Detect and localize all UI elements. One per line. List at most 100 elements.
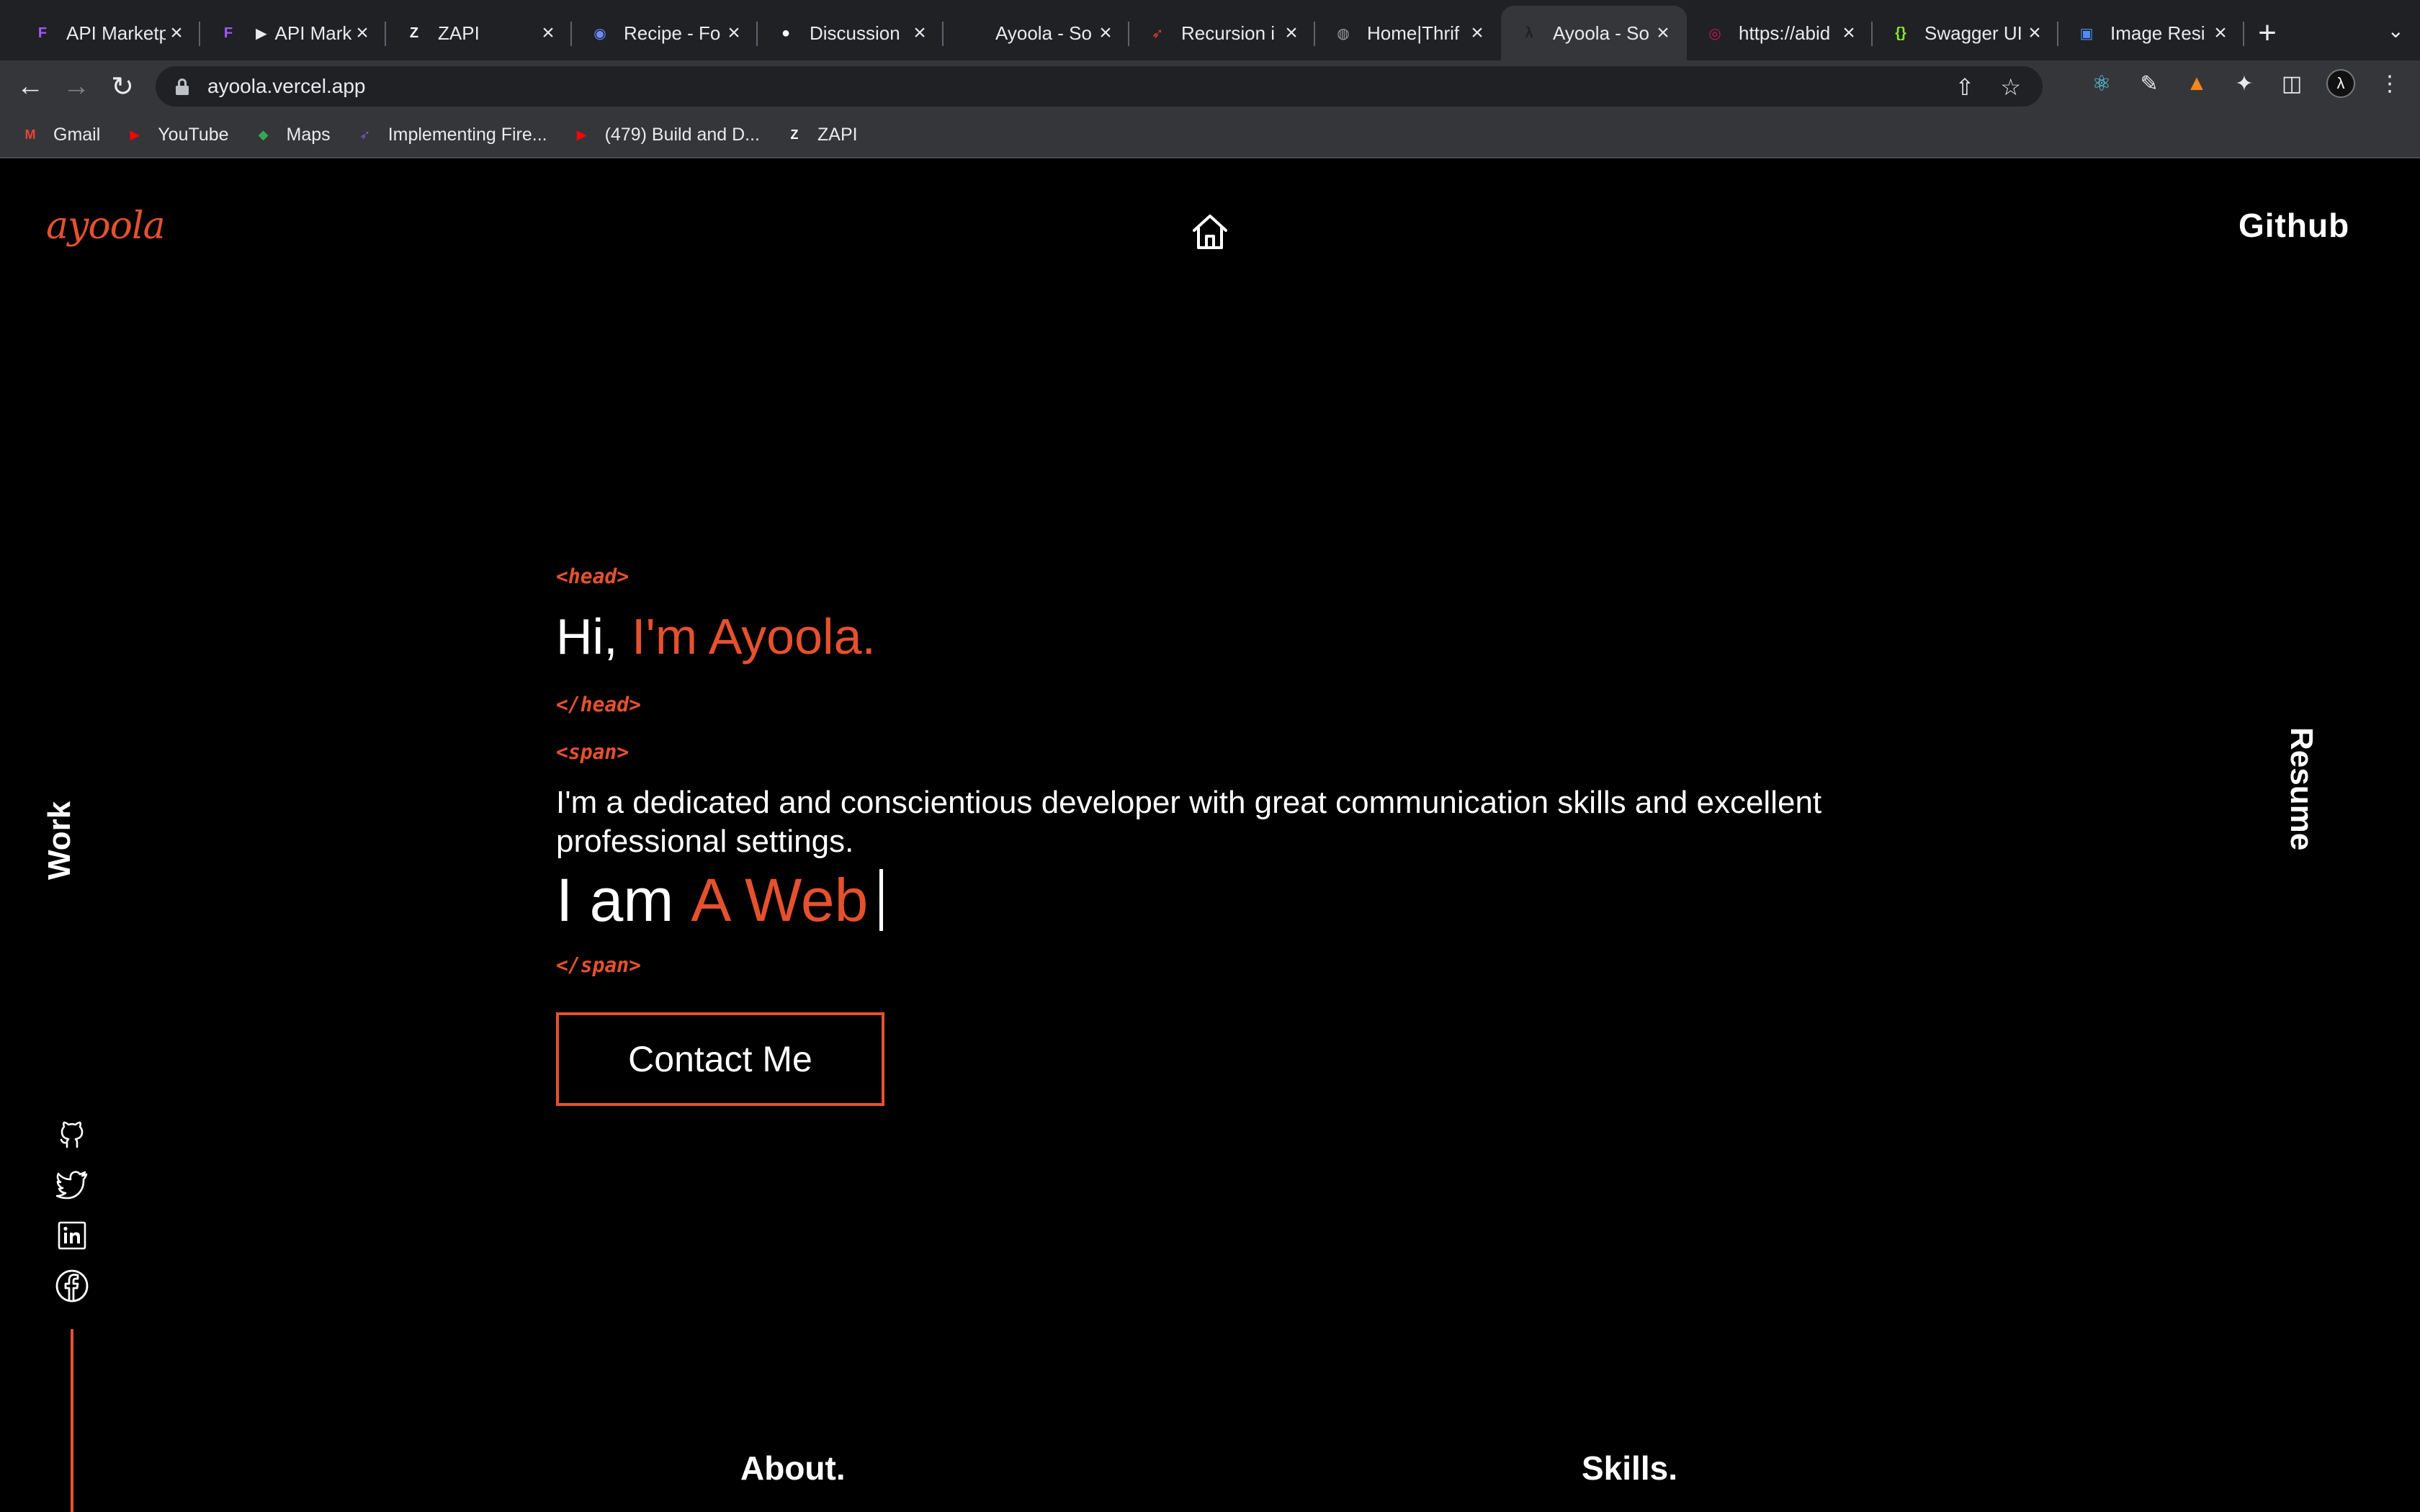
browser-tab[interactable]: λ Ayoola - So × bbox=[944, 6, 1129, 60]
bio-text: I'm a dedicated and conscientious develo… bbox=[556, 785, 1822, 859]
browser-tab[interactable]: Z ZAPI × bbox=[386, 6, 572, 60]
ayoola-icon: λ bbox=[967, 24, 976, 41]
social-divider-line bbox=[71, 1329, 73, 1512]
browser-tab[interactable]: λ Ayoola - So × bbox=[1501, 6, 1687, 60]
tab-title: ► API Mark bbox=[252, 22, 351, 44]
head-close-tag: </head> bbox=[556, 693, 642, 716]
forward-arrow-icon[interactable]: → bbox=[53, 63, 99, 109]
browser-toolbar: ← → ↻ ayoola.vercel.app ⇧ ☆ ⚛ ✎ ▲ ✦ ◫ λ … bbox=[0, 60, 2420, 112]
reload-icon[interactable]: ↻ bbox=[99, 63, 145, 109]
hero-name: I'm Ayoola. bbox=[632, 608, 876, 665]
tab-title: Discussion bbox=[810, 22, 900, 44]
browser-tab[interactable]: ◉ Recipe - Fo × bbox=[572, 6, 758, 60]
about-section-link[interactable]: About. bbox=[740, 1449, 846, 1488]
linkedin-icon[interactable] bbox=[55, 1218, 89, 1253]
bookmark-item[interactable]: ▶ (479) Build and D... bbox=[572, 125, 760, 145]
social-links bbox=[52, 1117, 92, 1319]
greeting-text: Hi, bbox=[556, 608, 618, 665]
browser-tab[interactable]: ◍ Home|Thrif × bbox=[1315, 6, 1501, 60]
tab-close-icon[interactable]: × bbox=[166, 21, 187, 45]
bookmark-label: YouTube bbox=[158, 124, 229, 145]
rocket-icon: ➶ bbox=[1151, 25, 1164, 42]
browser-tab[interactable]: F ► API Mark × bbox=[200, 6, 386, 60]
home-icon[interactable] bbox=[1190, 212, 1230, 252]
github-nav-link[interactable]: Github bbox=[2238, 206, 2349, 245]
browser-tab[interactable]: ▣ Image Resi × bbox=[2058, 6, 2244, 60]
site-logo[interactable]: ayoola bbox=[46, 204, 166, 248]
facebook-icon[interactable] bbox=[55, 1269, 89, 1303]
typing-cursor bbox=[879, 869, 884, 931]
tab-title: Ayoola - So bbox=[1553, 22, 1649, 44]
bookmark-item[interactable]: ◆ Maps bbox=[254, 125, 331, 145]
tab-title: ZAPI bbox=[438, 22, 480, 44]
share-icon[interactable]: ⇧ bbox=[1955, 73, 1975, 101]
skills-section-link[interactable]: Skills. bbox=[1582, 1449, 1677, 1488]
tab-title: Image Resi bbox=[2110, 22, 2205, 44]
tab-search-chevron-icon[interactable]: ⌄ bbox=[2388, 19, 2404, 42]
typing-line: I am A Web bbox=[556, 865, 884, 935]
span-close-tag: </span> bbox=[556, 953, 642, 977]
tab-title: Recursion i bbox=[1181, 22, 1276, 44]
page-content: ayoola Github Work Resume <head> Hi, I'm… bbox=[0, 160, 2420, 1512]
maps-icon: ◆ bbox=[258, 127, 269, 142]
tab-close-icon[interactable]: × bbox=[537, 21, 559, 45]
ayoola-icon: λ bbox=[1525, 24, 1533, 41]
tab-close-icon[interactable]: × bbox=[1095, 21, 1116, 45]
tab-title: Ayoola - So bbox=[995, 22, 1092, 44]
bookmark-item[interactable]: ➶ Implementing Fire... bbox=[355, 125, 547, 145]
tab-close-icon[interactable]: × bbox=[723, 21, 745, 45]
tab-close-icon[interactable]: × bbox=[1466, 21, 1488, 45]
profile-avatar[interactable]: λ bbox=[2326, 69, 2355, 98]
side-panel-icon[interactable]: ◫ bbox=[2279, 71, 2305, 96]
zapi-icon: Z bbox=[409, 24, 419, 41]
recipe-icon: ◉ bbox=[593, 25, 606, 42]
twitter-icon[interactable] bbox=[55, 1168, 89, 1202]
span-open-tag: <span> bbox=[556, 740, 629, 764]
tab-title: Swagger UI bbox=[1924, 22, 2022, 44]
bookmark-item[interactable]: ▶ YouTube bbox=[125, 125, 228, 145]
menu-dots-icon[interactable]: ⋮ bbox=[2377, 71, 2403, 96]
bookmark-label: Maps bbox=[286, 124, 331, 145]
back-arrow-icon[interactable]: ← bbox=[7, 63, 53, 109]
bookmark-item[interactable]: M Gmail bbox=[20, 124, 101, 145]
metamask-fox-icon[interactable]: ▲ bbox=[2184, 71, 2210, 96]
tab-close-icon[interactable]: × bbox=[351, 21, 373, 45]
typing-prefix: I am bbox=[556, 866, 674, 934]
contact-me-button[interactable]: Contact Me bbox=[556, 1012, 884, 1106]
tab-close-icon[interactable]: × bbox=[1281, 21, 1302, 45]
tab-title: Home|Thrif bbox=[1367, 22, 1460, 44]
github-icon[interactable] bbox=[55, 1117, 89, 1152]
tab-close-icon[interactable]: × bbox=[1652, 21, 1674, 45]
bookmark-star-icon[interactable]: ☆ bbox=[2000, 73, 2021, 101]
globe-icon: ◍ bbox=[1337, 25, 1350, 42]
bookmark-label: Gmail bbox=[53, 124, 101, 145]
tab-close-icon[interactable]: × bbox=[909, 21, 931, 45]
tab-close-icon[interactable]: × bbox=[2024, 21, 2045, 45]
browser-tab[interactable]: F API Marketp × bbox=[14, 6, 200, 60]
react-devtools-icon[interactable]: ⚛ bbox=[2089, 71, 2115, 96]
url-text[interactable]: ayoola.vercel.app bbox=[207, 75, 365, 98]
typing-value: A Web bbox=[691, 866, 869, 934]
github-icon: ● bbox=[781, 24, 791, 41]
tab-title: API Marketp bbox=[66, 22, 166, 44]
pen-tool-icon[interactable]: ✎ bbox=[2136, 71, 2162, 96]
extensions-puzzle-icon[interactable]: ✦ bbox=[2231, 71, 2257, 96]
head-open-tag: <head> bbox=[556, 564, 629, 588]
hero-headline: Hi, I'm Ayoola. bbox=[556, 608, 876, 665]
browser-tab[interactable]: {} Swagger UI × bbox=[1873, 6, 2058, 60]
browser-tab[interactable]: ➶ Recursion i × bbox=[1129, 6, 1315, 60]
browser-tab[interactable]: ● Discussion × bbox=[758, 6, 944, 60]
tab-close-icon[interactable]: × bbox=[2210, 21, 2231, 45]
bookmark-label: Implementing Fire... bbox=[387, 124, 547, 145]
resume-side-link[interactable]: Resume bbox=[2283, 727, 2319, 850]
gmail-icon: M bbox=[24, 127, 36, 142]
extensions-area: ⚛ ✎ ▲ ✦ ◫ λ ⋮ bbox=[2089, 69, 2403, 98]
browser-tab[interactable]: ◎ https://abid × bbox=[1687, 6, 1873, 60]
new-tab-button[interactable]: + bbox=[2244, 6, 2290, 60]
youtube-icon: ▶ bbox=[576, 127, 587, 142]
address-bar[interactable]: ayoola.vercel.app ⇧ ☆ bbox=[156, 66, 2043, 107]
tab-list: F API Marketp × F ► API Mark × Z ZAPI × ◉ Recipe -… bbox=[14, 6, 2244, 60]
tab-close-icon[interactable]: × bbox=[1838, 21, 1860, 45]
work-side-link[interactable]: Work bbox=[42, 801, 78, 880]
bookmark-item[interactable]: Z ZAPI bbox=[784, 125, 858, 145]
